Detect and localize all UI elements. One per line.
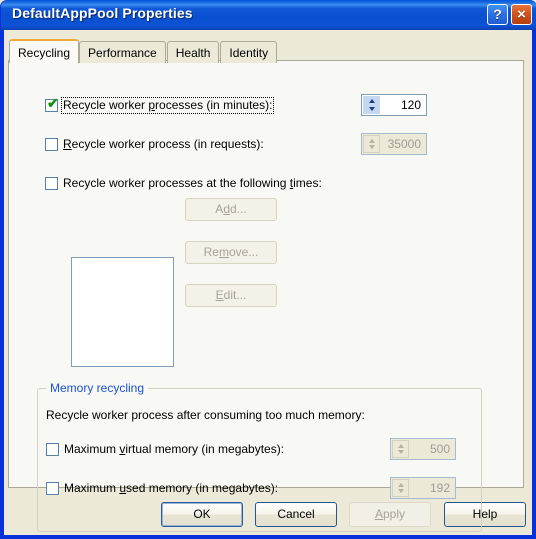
add-button: Add...: [185, 198, 277, 221]
spin-up-icon[interactable]: [368, 99, 375, 103]
recycle-minutes-checkbox[interactable]: ✔: [45, 95, 59, 112]
max-used-memory-spinner: 192: [390, 477, 456, 499]
max-used-memory-label-post: sed memory (in megabytes):: [126, 481, 279, 495]
max-used-memory-checkbox[interactable]: [46, 482, 59, 495]
spin-down-icon[interactable]: [368, 107, 375, 111]
close-icon: ×: [517, 6, 526, 23]
recycle-requests-spin-buttons: [363, 135, 380, 153]
recycle-times-label-pre: Recycle worker processes at the followin…: [63, 176, 290, 190]
question-mark-icon: ?: [493, 6, 502, 22]
properties-dialog: DefaultAppPool Properties ? × Recycling …: [0, 0, 536, 539]
tab-health-label: Health: [175, 46, 211, 60]
memory-recycling-group: Memory recycling Recycle worker process …: [37, 381, 482, 532]
max-virtual-memory-label[interactable]: Maximum virtual memory (in megabytes):: [64, 442, 284, 457]
remove-button: Remove...: [185, 241, 277, 264]
memory-recycling-legend: Memory recycling: [46, 381, 149, 395]
tab-identity-label: Identity: [229, 46, 269, 60]
checkmark-icon: ✔: [47, 95, 59, 111]
max-virtual-memory-spinner: 500: [390, 438, 456, 460]
recycle-requests-label[interactable]: Recycle worker process (in requests):: [63, 137, 264, 152]
tab-recycling-label: Recycling: [18, 46, 71, 60]
tab-health[interactable]: Health: [166, 41, 220, 63]
recycle-times-checkbox[interactable]: [45, 177, 58, 190]
close-button[interactable]: ×: [511, 4, 532, 25]
max-virtual-memory-value: 500: [429, 442, 450, 456]
recycle-minutes-spinner[interactable]: 120: [361, 94, 427, 116]
spin-up-icon: [368, 139, 375, 143]
add-button-label-accel: d: [223, 202, 230, 216]
max-used-memory-label-pre: Maximum: [64, 481, 120, 495]
recycle-minutes-label-pre: Recycle worker: [63, 98, 149, 112]
recycle-requests-label-accel: R: [63, 137, 72, 151]
max-used-memory-spin-buttons: [392, 479, 409, 497]
window-title: DefaultAppPool Properties: [12, 5, 193, 21]
tab-performance-label: Performance: [88, 46, 157, 60]
max-used-memory-value: 192: [429, 481, 450, 495]
max-virtual-memory-checkbox[interactable]: [46, 443, 59, 456]
recycle-times-label[interactable]: Recycle worker processes at the followin…: [63, 176, 322, 191]
spin-down-icon: [397, 450, 404, 454]
title-bar[interactable]: DefaultAppPool Properties ? ×: [1, 0, 536, 30]
recycle-minutes-label[interactable]: Recycle worker processes (in minutes):: [60, 97, 275, 114]
edit-button: Edit...: [185, 284, 277, 307]
spin-down-icon: [397, 489, 404, 493]
memory-recycling-description: Recycle worker process after consuming t…: [46, 408, 365, 422]
recycle-requests-spinner: 35000: [361, 133, 427, 155]
recycle-times-label-post: imes:: [293, 176, 322, 190]
tab-strip: Recycling Performance Health Identity: [9, 39, 278, 63]
recycle-minutes-value: 120: [400, 98, 421, 112]
max-virtual-memory-label-pre: Maximum: [64, 442, 120, 456]
recycle-minutes-label-post: rocesses (in minutes):: [155, 98, 273, 112]
spin-down-icon: [368, 145, 375, 149]
remove-button-label-accel: m: [218, 245, 229, 259]
recycle-minutes-spin-buttons[interactable]: [363, 96, 380, 114]
recycle-requests-label-post: ecycle worker process (in requests):: [71, 137, 264, 151]
recycle-times-listbox[interactable]: [71, 257, 174, 367]
tab-recycling[interactable]: Recycling: [9, 39, 80, 63]
max-virtual-memory-spin-buttons: [392, 440, 409, 458]
remove-button-label-post: ove...: [228, 245, 259, 259]
max-used-memory-label[interactable]: Maximum used memory (in megabytes):: [64, 481, 278, 496]
recycle-requests-checkbox[interactable]: [45, 138, 58, 151]
tab-performance[interactable]: Performance: [79, 41, 166, 63]
add-button-label-post: d...: [230, 202, 247, 216]
recycle-requests-value: 35000: [387, 137, 421, 151]
spin-up-icon: [397, 483, 404, 487]
remove-button-label-pre: Re: [203, 245, 219, 259]
max-virtual-memory-label-post: irtual memory (in megabytes):: [125, 442, 285, 456]
edit-button-label-accel: E: [215, 288, 224, 302]
help-icon-button[interactable]: ?: [487, 4, 508, 25]
edit-button-label-post: dit...: [223, 288, 247, 302]
spin-up-icon: [397, 444, 404, 448]
recycling-tab-panel: ✔ Recycle worker processes (in minutes):…: [8, 60, 524, 532]
tab-identity[interactable]: Identity: [220, 41, 278, 63]
